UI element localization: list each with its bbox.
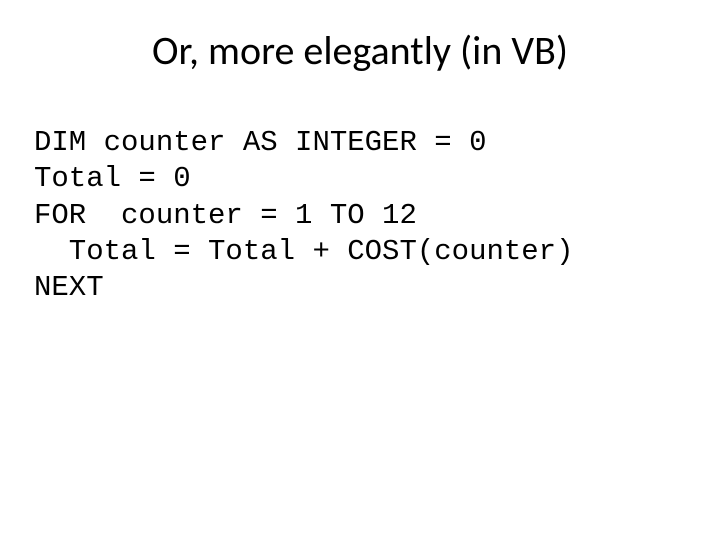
code-line: NEXT xyxy=(34,271,104,304)
slide: Or, more elegantly (in VB) DIM counter A… xyxy=(0,0,720,540)
slide-title: Or, more elegantly (in VB) xyxy=(0,0,720,75)
code-block: DIM counter AS INTEGER = 0 Total = 0 FOR… xyxy=(34,125,574,306)
code-line: Total = Total + COST(counter) xyxy=(34,235,574,268)
code-line: Total = 0 xyxy=(34,162,191,195)
code-line: FOR counter = 1 TO 12 xyxy=(34,199,417,232)
code-line: DIM counter AS INTEGER = 0 xyxy=(34,126,486,159)
